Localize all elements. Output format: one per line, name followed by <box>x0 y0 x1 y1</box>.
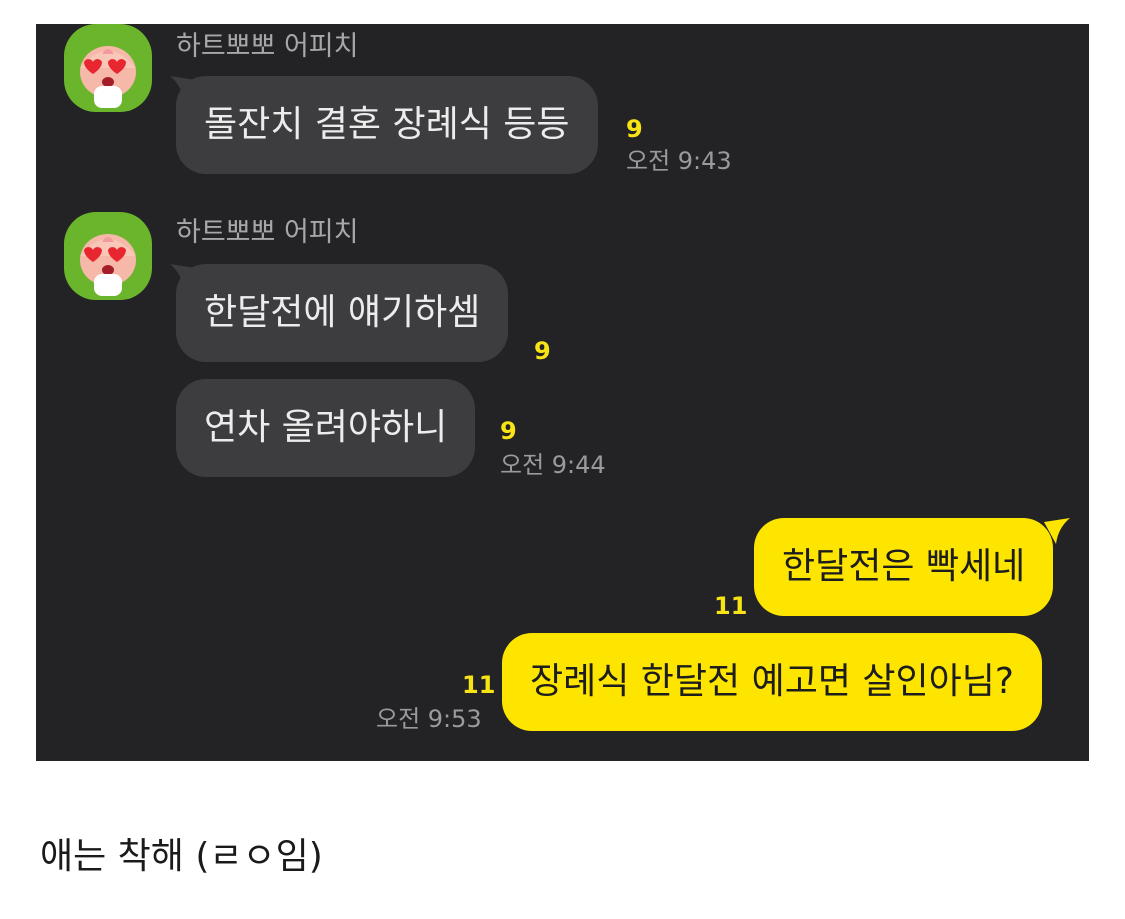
message-bubble[interactable]: 연차 올려야하니 <box>176 379 476 477</box>
message-time: 오전 9:44 <box>500 451 606 479</box>
message-bubble[interactable]: 한달전은 빡세네 <box>754 518 1054 616</box>
profile-avatar[interactable] <box>64 24 152 112</box>
profile-avatar[interactable] <box>64 212 152 300</box>
message-time: 오전 9:53 <box>376 705 482 733</box>
message-bubble[interactable]: 장례식 한달전 예고면 살인아님? <box>502 633 1042 731</box>
message-bubble[interactable]: 돌잔치 결혼 장례식 등등 <box>176 76 598 174</box>
message-time: 오전 9:43 <box>626 147 732 175</box>
sender-name: 하트뽀뽀 어피치 <box>176 217 359 248</box>
unread-count: 9 <box>500 417 517 445</box>
unread-count: 9 <box>626 115 643 143</box>
unread-count: 11 <box>462 671 496 699</box>
unread-count: 9 <box>534 337 551 365</box>
chat-screenshot: 하트뽀뽀 어피치 돌잔치 결혼 장례식 등등 9 오전 9:43 하트뽀뽀 어피… <box>36 24 1089 761</box>
apeach-heart-eyes-icon <box>80 46 136 108</box>
sender-name: 하트뽀뽀 어피치 <box>176 31 359 62</box>
message-bubble[interactable]: 한달전에 얘기하셈 <box>176 264 509 362</box>
apeach-heart-eyes-icon <box>80 234 136 296</box>
unread-count: 11 <box>714 592 748 620</box>
post-caption: 애는 착해 (ㄹㅇ임) <box>40 836 323 877</box>
